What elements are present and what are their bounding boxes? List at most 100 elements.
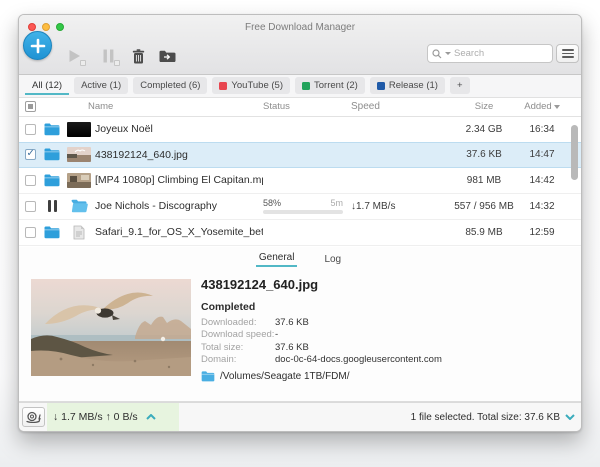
preview-image bbox=[31, 279, 191, 376]
save-path[interactable]: /Volumes/Seagate 1TB/FDM/ bbox=[201, 371, 571, 382]
fullscreen-button[interactable] bbox=[56, 23, 64, 31]
youtube-tag-icon bbox=[219, 82, 227, 90]
global-speeds: ↓ 1.7 MB/s ↑ 0 B/s bbox=[53, 411, 138, 423]
pause-download-button[interactable] bbox=[97, 46, 119, 66]
tab-all[interactable]: All (12) bbox=[25, 77, 69, 95]
download-size: 557 / 956 MB bbox=[453, 201, 515, 212]
details-status: Completed bbox=[201, 301, 571, 313]
main-menu-button[interactable] bbox=[556, 44, 579, 63]
video-thumbnail bbox=[67, 173, 91, 188]
progress-percent: 58% bbox=[263, 198, 281, 208]
table-header: Name Status Speed Size Added bbox=[19, 98, 581, 117]
table-row-selected[interactable]: 438192124_640.jpg 37.6 KB 14:47 bbox=[19, 142, 581, 168]
total-size-value: 37.6 KB bbox=[275, 342, 571, 353]
download-added: 14:47 bbox=[515, 149, 569, 160]
filter-tabbar: All (12) Active (1) Completed (6) YouTub… bbox=[19, 75, 581, 98]
download-added: 16:34 bbox=[515, 124, 569, 135]
details-filename: 438192124_640.jpg bbox=[201, 277, 571, 292]
row-checkbox[interactable] bbox=[25, 201, 36, 212]
download-name: 438192124_640.jpg bbox=[95, 149, 263, 161]
tab-torrent-label: Torrent (2) bbox=[314, 80, 358, 91]
download-speed: ↓1.7 MB/s bbox=[351, 201, 453, 212]
download-size: 2.34 GB bbox=[453, 124, 515, 135]
sort-desc-icon bbox=[554, 105, 560, 109]
column-header-size[interactable]: Size bbox=[453, 101, 515, 112]
column-header-name[interactable]: Name bbox=[73, 101, 263, 112]
window-chrome: Free Download Manager bbox=[19, 15, 581, 75]
pause-badge-icon bbox=[114, 60, 120, 66]
chevron-down-icon bbox=[565, 414, 575, 420]
row-checkbox[interactable] bbox=[25, 227, 36, 238]
added-label: Added bbox=[524, 101, 551, 112]
download-name: Joyeux Noël bbox=[95, 123, 263, 135]
torrent-tag-icon bbox=[302, 82, 310, 90]
row-checkbox[interactable] bbox=[25, 124, 36, 135]
row-checkbox-checked[interactable] bbox=[25, 149, 36, 160]
pause-icon bbox=[103, 49, 114, 63]
search-scope-caret-icon[interactable] bbox=[445, 52, 451, 55]
download-added: 14:42 bbox=[515, 175, 569, 186]
search-icon bbox=[432, 49, 442, 59]
download-name: [MP4 1080p] Climbing El Capitan.mp4 bbox=[95, 174, 263, 186]
snail-icon bbox=[26, 411, 41, 423]
add-download-button[interactable] bbox=[23, 31, 52, 60]
progress-bar bbox=[263, 210, 343, 214]
download-added: 12:59 bbox=[515, 227, 569, 238]
details-panel: General Log bbox=[19, 247, 581, 403]
play-icon bbox=[68, 49, 81, 63]
table-row[interactable]: [MP4 1080p] Climbing El Capitan.mp4 981 … bbox=[19, 168, 581, 194]
download-added: 14:32 bbox=[515, 201, 569, 212]
open-containing-folder-button[interactable] bbox=[156, 46, 178, 66]
download-size: 85.9 MB bbox=[453, 227, 515, 238]
open-folder-icon bbox=[71, 199, 88, 213]
search-box bbox=[427, 44, 553, 63]
add-tab-button[interactable]: + bbox=[450, 77, 470, 94]
table-scrollbar[interactable] bbox=[571, 125, 578, 180]
download-size: 981 MB bbox=[453, 175, 515, 186]
table-row-downloading[interactable]: Joe Nichols - Discography 58% 5m ↓1.7 MB… bbox=[19, 194, 581, 220]
selection-summary[interactable]: 1 file selected. Total size: 37.6 KB bbox=[411, 403, 581, 431]
tab-general[interactable]: General bbox=[256, 250, 298, 267]
tab-log[interactable]: Log bbox=[321, 252, 344, 267]
domain-label: Domain: bbox=[201, 354, 275, 365]
select-all-checkbox[interactable] bbox=[25, 101, 36, 112]
total-size-label: Total size: bbox=[201, 342, 275, 353]
trash-icon bbox=[132, 49, 145, 64]
download-name: Safari_9.1_for_OS_X_Yosemite_beta_3.dmg bbox=[95, 226, 263, 238]
save-path-text: /Volumes/Seagate 1TB/FDM/ bbox=[220, 371, 350, 382]
downloaded-value: 37.6 KB bbox=[275, 317, 571, 328]
image-thumbnail bbox=[67, 147, 91, 162]
play-badge-icon bbox=[80, 60, 86, 66]
plus-icon bbox=[30, 38, 46, 54]
progress-eta: 5m bbox=[330, 198, 343, 208]
row-checkbox[interactable] bbox=[25, 175, 36, 186]
titlebar: Free Download Manager bbox=[19, 15, 581, 39]
download-speed-value: - bbox=[275, 329, 571, 340]
tab-completed[interactable]: Completed (6) bbox=[133, 77, 207, 94]
tab-release[interactable]: Release (1) bbox=[370, 77, 445, 94]
column-header-status[interactable]: Status bbox=[263, 101, 351, 112]
column-header-added[interactable]: Added bbox=[515, 101, 569, 112]
tab-active[interactable]: Active (1) bbox=[74, 77, 128, 94]
folder-icon bbox=[44, 174, 60, 187]
domain-value: doc-0c-64-docs.googleusercontent.com bbox=[275, 354, 571, 365]
progress-indicator: 58% 5m bbox=[263, 198, 351, 214]
global-speed-toggle[interactable]: ↓ 1.7 MB/s ↑ 0 B/s bbox=[47, 403, 179, 431]
chevron-up-icon bbox=[146, 414, 156, 420]
tab-release-label: Release (1) bbox=[389, 80, 438, 91]
hamburger-icon bbox=[562, 49, 574, 58]
close-button[interactable] bbox=[28, 23, 36, 31]
delete-download-button[interactable] bbox=[127, 46, 149, 66]
table-row[interactable]: Joyeux Noël 2.34 GB 16:34 bbox=[19, 117, 581, 143]
table-row[interactable]: Safari_9.1_for_OS_X_Yosemite_beta_3.dmg … bbox=[19, 220, 581, 246]
start-download-button[interactable] bbox=[63, 46, 85, 66]
folder-icon bbox=[44, 226, 60, 239]
minimize-button[interactable] bbox=[42, 23, 50, 31]
snail-mode-button[interactable] bbox=[22, 407, 45, 427]
tab-youtube[interactable]: YouTube (5) bbox=[212, 77, 290, 94]
column-header-speed[interactable]: Speed bbox=[351, 101, 453, 112]
folder-icon bbox=[44, 148, 60, 161]
search-input[interactable] bbox=[454, 48, 544, 59]
tab-torrent[interactable]: Torrent (2) bbox=[295, 77, 365, 94]
movie-poster-thumbnail bbox=[67, 122, 91, 137]
